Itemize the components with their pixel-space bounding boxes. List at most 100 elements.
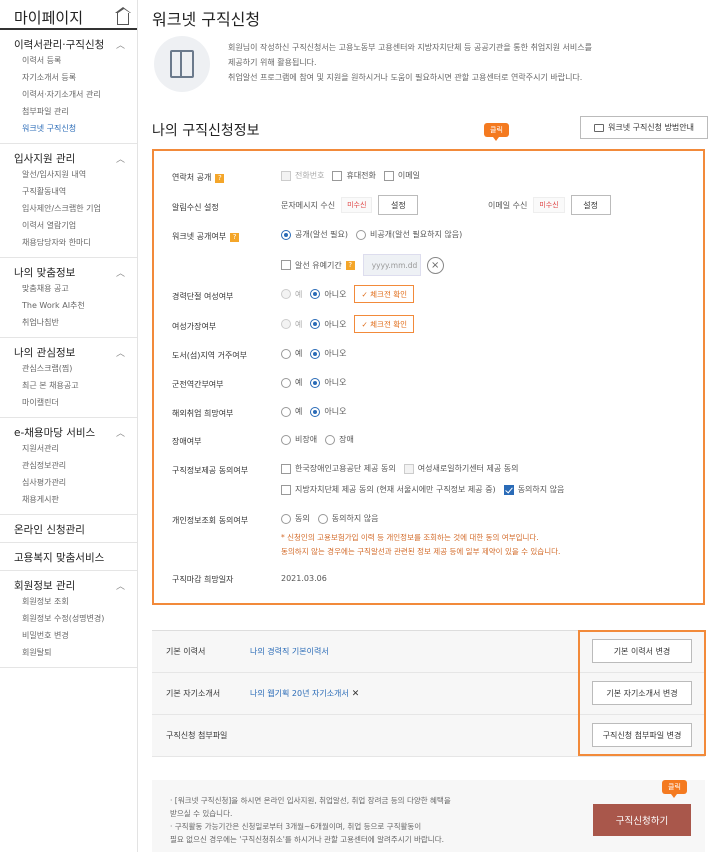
sidebar-item[interactable]: 자기소개서 등록 xyxy=(14,69,137,86)
checkbox-defer[interactable] xyxy=(281,260,291,270)
sidebar-item[interactable]: 비밀번호 변경 xyxy=(14,627,137,644)
radio-disagree[interactable] xyxy=(317,513,328,524)
guide-button[interactable]: 워크넷 구직신청 방법안내 xyxy=(580,116,708,139)
sidebar-item[interactable]: 알선/입사지원 내역 xyxy=(14,166,137,183)
sidebar-section-header[interactable]: 나의 맞춤정보 ︿ xyxy=(14,264,137,280)
disability-label: 장애여부 xyxy=(172,437,202,446)
check-confirm-button[interactable]: ✓ 체크전 확인 xyxy=(354,285,415,303)
radio-agree[interactable] xyxy=(281,513,291,524)
radio-no[interactable] xyxy=(310,406,321,417)
sidebar-item[interactable]: 회원정보 수정(성명변경) xyxy=(14,610,137,627)
option-label: 지방자치단체 제공 동의 (현재 서울시에만 구직정보 제공 중) xyxy=(295,485,496,494)
checkbox-no-consent[interactable] xyxy=(503,484,514,495)
sidebar-section-header[interactable]: e-채용마당 서비스 ︿ xyxy=(14,424,137,440)
sidebar-section-title: e-채용마당 서비스 xyxy=(14,426,96,439)
chevron-up-icon[interactable]: ︿ xyxy=(116,426,125,439)
chevron-up-icon[interactable]: ︿ xyxy=(116,579,125,592)
sidebar-item[interactable]: 지원서관리 xyxy=(14,440,137,457)
intro-illustration xyxy=(154,36,210,92)
checkbox-disability-agency[interactable] xyxy=(281,463,291,474)
sms-setting-button[interactable]: 설정 xyxy=(378,195,419,215)
sidebar-item[interactable]: 이력서 열람기업 xyxy=(14,217,137,234)
sidebar-item[interactable]: 관심정보관리 xyxy=(14,457,137,474)
sidebar-section-header[interactable]: 회원정보 관리 ︿ xyxy=(14,577,137,593)
intro-line: 제공하기 위해 활용됩니다. xyxy=(228,58,317,67)
chevron-up-icon[interactable]: ︿ xyxy=(116,38,125,51)
option-label: 예 xyxy=(295,349,303,358)
intro-link[interactable]: 나의 웹기획 20년 자기소개서 xyxy=(250,689,349,698)
sidebar-item[interactable]: 심사평가관리 xyxy=(14,474,137,491)
option-label: 동의하지 않음 xyxy=(331,514,379,523)
file-buttons-highlight: 기본 이력서 변경 기본 자기소개서 변경 구직신청 첨부파일 변경 xyxy=(578,630,706,756)
disability-options: 비장애 장애 xyxy=(281,434,362,445)
sidebar-item[interactable]: 마이캘린더 xyxy=(14,394,137,411)
sidebar-item[interactable]: 취업나침반 xyxy=(14,314,137,331)
sidebar-item-active[interactable]: 워크넷 구직신청 xyxy=(14,120,137,137)
chevron-up-icon[interactable]: ︿ xyxy=(116,346,125,359)
sidebar-item[interactable]: 첨부파일 관리 xyxy=(14,103,137,120)
close-icon[interactable]: × xyxy=(426,256,444,274)
checkbox-women-center[interactable] xyxy=(403,463,414,474)
option-label: 아니오 xyxy=(324,349,347,358)
sidebar-item[interactable]: 이력서·자기소개서 관리 xyxy=(14,86,137,103)
email-setting-button[interactable]: 설정 xyxy=(570,195,611,215)
option-label: 휴대전화 xyxy=(346,171,376,180)
help-icon[interactable]: ? xyxy=(215,174,225,183)
deadline-label: 구직마감 희망일자 xyxy=(172,575,234,584)
radio-open[interactable] xyxy=(281,229,291,240)
sidebar-item[interactable]: 최근 본 채용공고 xyxy=(14,377,137,394)
folder-icon xyxy=(593,123,604,132)
sidebar-item[interactable]: 맞춤채용 공고 xyxy=(14,280,137,297)
sidebar-item[interactable]: 이력서 등록 xyxy=(14,52,137,69)
radio-non-disabled[interactable] xyxy=(281,434,291,445)
radio-closed[interactable] xyxy=(355,229,366,240)
contact-options: 전화번호 휴대전화 이메일 xyxy=(281,170,428,181)
check-confirm-button[interactable]: ✓ 체크전 확인 xyxy=(354,315,415,333)
radio-yes[interactable] xyxy=(281,377,291,388)
radio-no[interactable] xyxy=(310,377,321,388)
checkbox-mobile[interactable] xyxy=(332,170,343,181)
home-icon[interactable] xyxy=(115,7,131,25)
radio-yes[interactable] xyxy=(281,319,291,329)
sidebar-item[interactable]: 구직활동내역 xyxy=(14,183,137,200)
personal-options: 동의 동의하지 않음 xyxy=(281,513,386,524)
sidebar-section-header[interactable]: 나의 관심정보 ︿ xyxy=(14,344,137,360)
checkbox-email[interactable] xyxy=(383,170,394,181)
help-icon[interactable]: ? xyxy=(230,233,240,242)
sidebar-item[interactable]: 입사제안/스크랩한 기업 xyxy=(14,200,137,217)
sidebar-link-welfare[interactable]: 고용복지 맞춤서비스 xyxy=(0,543,137,571)
checkbox-local-gov[interactable] xyxy=(281,484,291,495)
female-head-label: 여성가장여부 xyxy=(172,322,217,331)
sidebar-item[interactable]: 관심스크랩(찜) xyxy=(14,360,137,377)
help-icon[interactable]: ? xyxy=(345,260,355,270)
change-attachment-button[interactable]: 구직신청 첨부파일 변경 xyxy=(592,723,692,747)
resume-link[interactable]: 나의 경력직 기본이력서 xyxy=(250,646,329,657)
sidebar-section-header[interactable]: 이력서관리·구직신청 ︿ xyxy=(14,36,137,52)
sidebar-item[interactable]: 채용게시판 xyxy=(14,491,137,508)
sidebar-item[interactable]: The Work AI추천 xyxy=(14,297,137,314)
chevron-up-icon[interactable]: ︿ xyxy=(116,152,125,165)
sidebar-item[interactable]: 채용담당자와 한마디 xyxy=(14,234,137,251)
radio-no[interactable] xyxy=(310,319,321,329)
close-icon[interactable]: ✕ xyxy=(352,689,360,699)
change-intro-button[interactable]: 기본 자기소개서 변경 xyxy=(592,681,692,705)
radio-yes[interactable] xyxy=(281,406,291,417)
radio-no[interactable] xyxy=(310,348,321,359)
radio-no[interactable] xyxy=(310,289,321,299)
checkbox-phone[interactable] xyxy=(281,170,291,181)
chevron-up-icon[interactable]: ︿ xyxy=(116,266,125,279)
change-resume-button[interactable]: 기본 이력서 변경 xyxy=(592,639,692,663)
sidebar-link-online[interactable]: 온라인 신청관리 xyxy=(0,515,137,543)
intro-box: 회원님이 작성하신 구직신청서는 고용노동부 고용센터와 지방자치단체 등 공공… xyxy=(152,36,712,96)
radio-yes[interactable] xyxy=(281,289,291,299)
sidebar-item[interactable]: 회원탈퇴 xyxy=(14,644,137,661)
sidebar-title: 마이페이지 xyxy=(14,8,84,27)
defer-date-input[interactable]: yyyy.mm.dd xyxy=(362,254,421,276)
option-label: 비공개(알선 필요하지 않음) xyxy=(369,230,463,239)
radio-yes[interactable] xyxy=(281,348,291,359)
apply-button[interactable]: 구직신청하기 xyxy=(593,804,691,836)
radio-disabled[interactable] xyxy=(325,434,336,445)
sidebar-item[interactable]: 회원정보 조회 xyxy=(14,593,137,610)
sidebar-section-header[interactable]: 입사지원 관리 ︿ xyxy=(14,150,137,166)
option-label: 동의 xyxy=(295,514,310,523)
